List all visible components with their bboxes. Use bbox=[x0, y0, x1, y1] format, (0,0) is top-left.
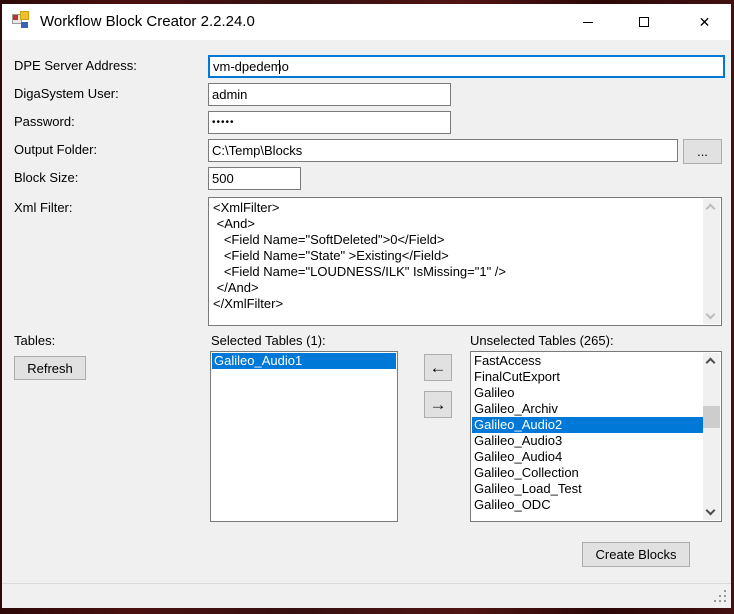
list-item[interactable]: FinalCutExport bbox=[472, 369, 703, 385]
create-blocks-button[interactable]: Create Blocks bbox=[582, 542, 690, 567]
list-item[interactable]: Galileo_Audio4 bbox=[472, 449, 703, 465]
block-size-input[interactable] bbox=[208, 167, 301, 190]
text-caret bbox=[279, 60, 280, 74]
dpe-server-label: DPE Server Address: bbox=[14, 58, 137, 73]
output-folder-label: Output Folder: bbox=[14, 142, 97, 157]
browse-button[interactable]: ... bbox=[683, 139, 722, 164]
desktop-background: Workflow Block Creator 2.2.24.0 ✕ DPE Se… bbox=[0, 0, 734, 614]
list-item[interactable]: Galileo_Audio3 bbox=[472, 433, 703, 449]
refresh-button[interactable]: Refresh bbox=[14, 356, 86, 380]
maximize-button[interactable] bbox=[620, 4, 668, 40]
xml-filter-label: Xml Filter: bbox=[14, 200, 73, 215]
diga-user-input[interactable] bbox=[208, 83, 451, 106]
scroll-up-icon[interactable] bbox=[706, 358, 716, 368]
list-item[interactable]: Galileo_Audio1 bbox=[212, 353, 396, 369]
move-left-button[interactable]: ← bbox=[424, 354, 452, 381]
minimize-button[interactable] bbox=[564, 4, 612, 40]
list-item[interactable]: Galileo_Audio2 bbox=[472, 417, 703, 433]
selected-tables-listbox[interactable]: Galileo_Audio1 bbox=[210, 351, 398, 522]
selected-tables-items: Galileo_Audio1 bbox=[212, 353, 396, 520]
app-icon-yellow-square bbox=[20, 11, 29, 20]
dpe-server-input[interactable] bbox=[208, 55, 725, 78]
password-input[interactable] bbox=[208, 111, 451, 134]
password-label: Password: bbox=[14, 114, 75, 129]
xml-filter-text: <XmlFilter> <And> <Field Name="SoftDelet… bbox=[213, 200, 702, 323]
scroll-down-icon[interactable] bbox=[706, 310, 716, 320]
unselected-tables-listbox[interactable]: FastAccessFinalCutExportGalileoGalileo_A… bbox=[470, 351, 722, 522]
block-size-label: Block Size: bbox=[14, 170, 78, 185]
list-item[interactable]: Galileo_Load_Test bbox=[472, 481, 703, 497]
unselected-tables-scrollbar[interactable] bbox=[703, 353, 720, 520]
scrollbar-thumb[interactable] bbox=[703, 406, 720, 428]
diga-user-label: DigaSystem User: bbox=[14, 86, 119, 101]
list-item[interactable]: Galileo bbox=[472, 385, 703, 401]
selected-tables-label: Selected Tables (1): bbox=[211, 333, 326, 348]
list-item[interactable]: Galileo_Archiv bbox=[472, 401, 703, 417]
close-icon: ✕ bbox=[699, 15, 711, 29]
window-title: Workflow Block Creator 2.2.24.0 bbox=[40, 13, 255, 30]
app-icon-red-square bbox=[13, 15, 18, 20]
scroll-down-icon[interactable] bbox=[706, 506, 716, 516]
arrow-right-icon: → bbox=[430, 396, 447, 413]
list-item[interactable]: FastAccess bbox=[472, 353, 703, 369]
list-item[interactable]: Galileo_Collection bbox=[472, 465, 703, 481]
statusbar-divider bbox=[2, 583, 731, 584]
minimize-icon bbox=[583, 22, 593, 23]
unselected-tables-items: FastAccessFinalCutExportGalileoGalileo_A… bbox=[472, 353, 703, 520]
close-button[interactable]: ✕ bbox=[678, 4, 731, 40]
output-folder-input[interactable] bbox=[208, 139, 678, 162]
xml-filter-scrollbar[interactable] bbox=[703, 199, 720, 324]
tables-label: Tables: bbox=[14, 333, 55, 348]
arrow-left-icon: ← bbox=[430, 359, 447, 376]
resize-grip[interactable] bbox=[714, 600, 716, 602]
unselected-tables-label: Unselected Tables (265): bbox=[470, 333, 614, 348]
scroll-up-icon[interactable] bbox=[706, 204, 716, 214]
app-icon-blue-square bbox=[21, 22, 28, 28]
maximize-icon bbox=[639, 17, 649, 27]
list-item[interactable]: Galileo_ODC bbox=[472, 497, 703, 513]
app-icon bbox=[12, 11, 30, 29]
xml-filter-textarea[interactable]: <XmlFilter> <And> <Field Name="SoftDelet… bbox=[208, 197, 722, 326]
move-right-button[interactable]: → bbox=[424, 391, 452, 418]
